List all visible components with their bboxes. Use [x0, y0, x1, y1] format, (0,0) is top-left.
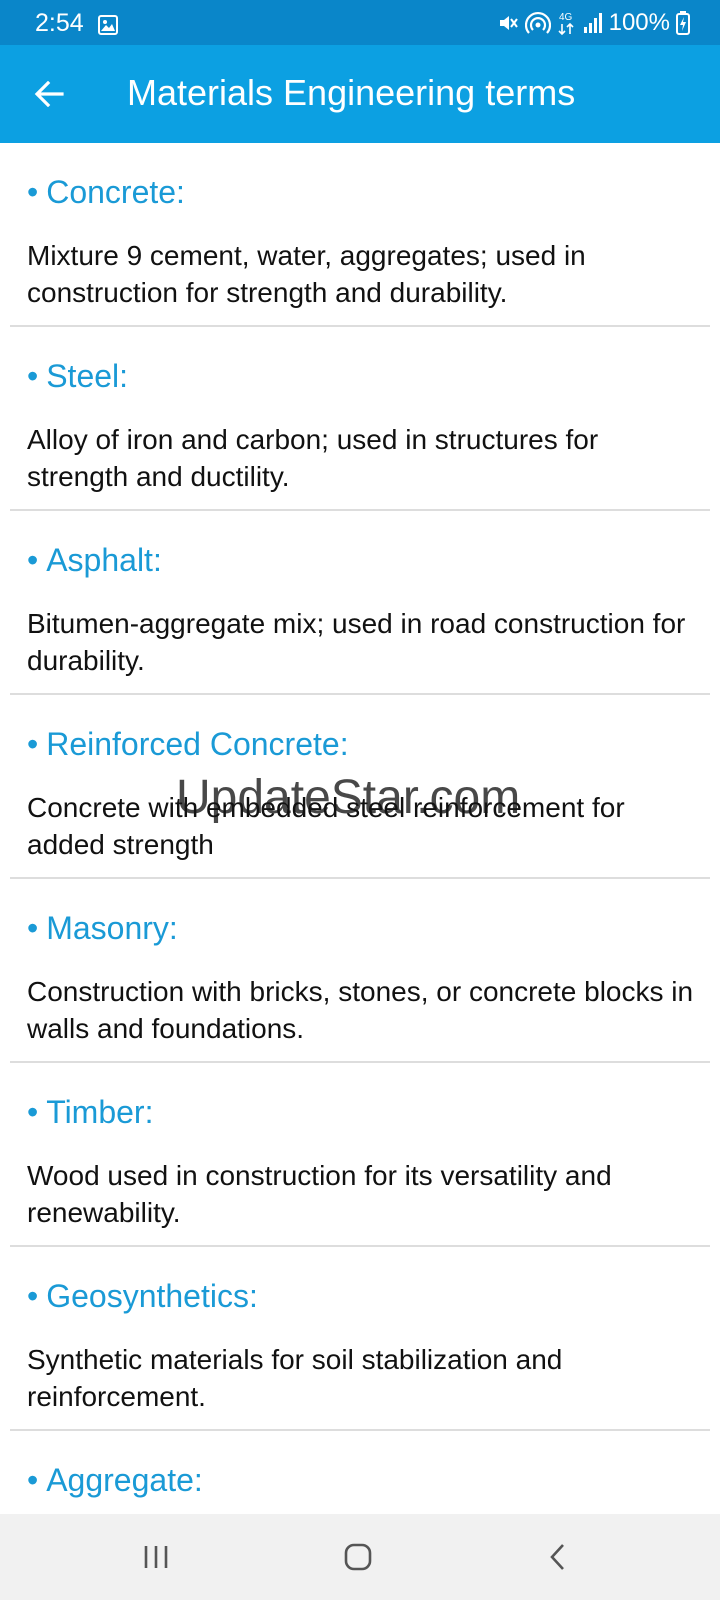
- term-title-text: Steel:: [46, 358, 129, 394]
- term-title-text: Timber:: [46, 1094, 154, 1130]
- status-indicators: 4G 100%: [491, 9, 690, 37]
- bullet-icon: •: [27, 910, 39, 946]
- back-icon: [550, 1544, 564, 1570]
- term-item-geosynthetics[interactable]: • Geosynthetics: Synthetic materials for …: [10, 1247, 710, 1431]
- arrow-left-icon: [34, 81, 64, 107]
- term-title-text: Aggregate:: [46, 1462, 203, 1498]
- home-button[interactable]: [328, 1532, 388, 1582]
- app-bar: Materials Engineering terms: [0, 45, 720, 143]
- mute-icon: [499, 16, 518, 30]
- status-time: 2:54: [35, 9, 84, 37]
- term-description: Construction with bricks, stones, or con…: [27, 976, 694, 1044]
- term-title: • Masonry:: [27, 909, 178, 947]
- term-description: Alloy of iron and carbon; used in struct…: [27, 424, 599, 492]
- term-description: Synthetic materials for soil stabilizati…: [27, 1344, 563, 1412]
- bullet-icon: •: [27, 1094, 39, 1130]
- term-title: • Reinforced Concrete:: [27, 725, 349, 763]
- hotspot-icon: [524, 11, 551, 34]
- page-title: Materials Engineering terms: [127, 72, 576, 113]
- term-title: • Geosynthetics:: [27, 1277, 258, 1315]
- bullet-icon: •: [27, 726, 39, 762]
- term-title-text: Masonry:: [46, 910, 178, 946]
- term-title: • Concrete:: [27, 173, 185, 211]
- term-title-text: Asphalt:: [46, 542, 162, 578]
- status-bar: 2:54 4G 100%: [0, 0, 720, 45]
- term-title: • Aggregate:: [27, 1461, 203, 1499]
- term-title: • Steel:: [27, 357, 128, 395]
- bullet-icon: •: [27, 1462, 39, 1498]
- term-description: Concrete with embedded steel reinforceme…: [27, 792, 625, 860]
- network-type-icon: 4G: [558, 12, 574, 36]
- network-type-label: 4G: [559, 12, 573, 23]
- back-button[interactable]: [24, 69, 74, 119]
- term-title-text: Concrete:: [46, 174, 185, 210]
- term-item-steel[interactable]: • Steel: Alloy of iron and carbon; used i…: [10, 327, 710, 511]
- bullet-icon: •: [27, 542, 39, 578]
- term-title: • Timber:: [27, 1093, 153, 1131]
- gallery-notification-icon: [98, 15, 118, 35]
- term-title-text: Reinforced Concrete:: [46, 726, 349, 762]
- term-item-masonry[interactable]: • Masonry: Construction with bricks, ston…: [10, 879, 710, 1063]
- recent-apps-button[interactable]: [126, 1532, 186, 1582]
- bullet-icon: •: [27, 174, 39, 210]
- recent-apps-icon: [144, 1546, 168, 1568]
- term-title-text: Geosynthetics:: [46, 1278, 258, 1314]
- signal-icon: [583, 13, 602, 33]
- term-item-asphalt[interactable]: • Asphalt: Bitumen-aggregate mix; used in…: [10, 511, 710, 695]
- home-icon: [344, 1543, 372, 1571]
- term-item-concrete[interactable]: • Concrete: Mixture 9 cement, water, aggr…: [10, 143, 710, 327]
- term-item-timber[interactable]: • Timber: Wood used in construction for i…: [10, 1063, 710, 1247]
- battery-charging-icon: [676, 11, 690, 35]
- battery-percentage: 100%: [608, 9, 670, 36]
- system-nav-bar: [0, 1514, 720, 1600]
- term-description: Mixture 9 cement, water, aggregates; use…: [27, 240, 586, 308]
- bullet-icon: •: [27, 1278, 39, 1314]
- term-description: Wood used in construction for its versat…: [27, 1160, 612, 1228]
- bullet-icon: •: [27, 358, 39, 394]
- term-description: Bitumen-aggregate mix; used in road cons…: [27, 608, 686, 676]
- nav-back-button[interactable]: [528, 1532, 588, 1582]
- term-title: • Asphalt:: [27, 541, 162, 579]
- term-item-reinforced-concrete[interactable]: • Reinforced Concrete: Concrete with embe…: [10, 695, 710, 879]
